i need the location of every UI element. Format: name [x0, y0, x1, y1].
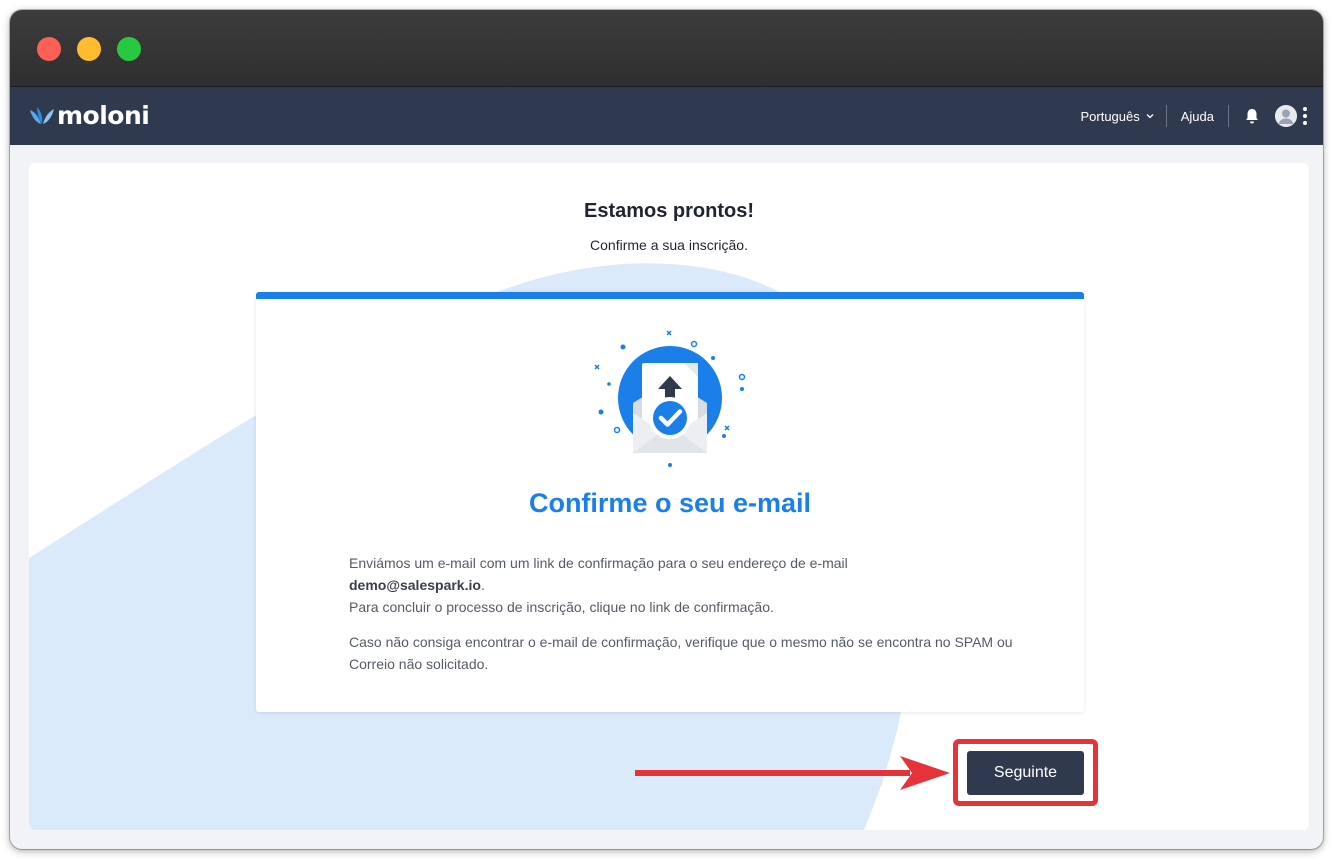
window-titlebar	[10, 10, 1323, 87]
instruction-text: Para concluir o processo de inscrição, c…	[349, 599, 774, 615]
page-title: Estamos prontos!	[583, 200, 755, 222]
moloni-logo-icon	[30, 107, 54, 124]
page-subtitle: Confirme a sua inscrição.	[590, 237, 748, 253]
browser-window: moloni Português Ajuda Estamos prontos! …	[10, 10, 1323, 849]
top-navbar: moloni Português Ajuda	[10, 87, 1323, 145]
red-arrow-annotation	[635, 756, 950, 790]
help-link[interactable]: Ajuda	[1167, 109, 1228, 124]
confirmation-text: Enviámos um e-mail com um link de confir…	[349, 555, 848, 571]
navbar-divider	[1228, 105, 1229, 127]
language-selector[interactable]: Português	[1080, 109, 1165, 124]
card-body: Enviámos um e-mail com um link de confir…	[349, 552, 1029, 675]
more-vertical-icon[interactable]	[1303, 107, 1307, 125]
user-avatar[interactable]	[1275, 105, 1297, 127]
main-content: Estamos prontos! Confirme a sua inscriçã…	[29, 163, 1309, 830]
minimize-window-button[interactable]	[77, 37, 101, 61]
zoom-window-button[interactable]	[117, 37, 141, 61]
moloni-logo[interactable]: moloni	[28, 101, 150, 131]
email-suffix: .	[480, 577, 485, 593]
card-title: Confirme o seu e-mail	[528, 488, 812, 518]
chevron-down-icon	[1146, 114, 1154, 119]
language-label: Português	[1080, 108, 1140, 124]
avatar-icon	[1275, 105, 1297, 127]
logo-text: moloni	[57, 101, 150, 130]
next-button[interactable]: Seguinte	[967, 751, 1084, 795]
navbar-actions: Português Ajuda	[1080, 87, 1323, 145]
spam-notice: Caso não consiga encontrar o e-mail de c…	[349, 634, 1013, 672]
email-confirmation-illustration	[594, 330, 746, 467]
confirm-email-card: Confirme o seu e-mail Enviámos um e-mail…	[256, 292, 1084, 712]
email-address: demo@salespark.io	[349, 577, 481, 593]
confirmation-paragraph: Enviámos um e-mail com um link de confir…	[349, 552, 1029, 618]
bell-icon[interactable]	[1243, 107, 1261, 125]
close-window-button[interactable]	[37, 37, 61, 61]
